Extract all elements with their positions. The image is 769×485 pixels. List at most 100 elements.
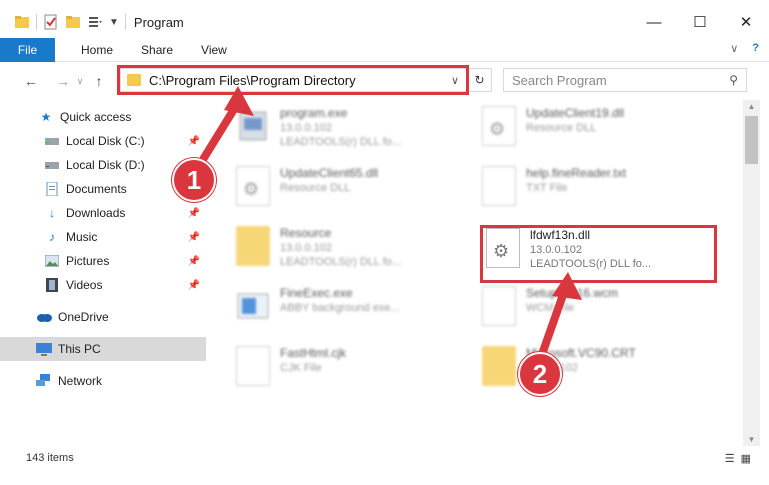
file-list: program.exe 13.0.0.102 LEADTOOLS(r) DLL fo… [210,100,742,446]
sidebar-item-label: Network [58,374,103,388]
help-icon[interactable]: ? [752,42,759,55]
videos-icon [44,278,60,292]
callout-badge-1: 1 [172,158,216,202]
music-icon: ♪ [49,230,55,244]
callout-badge-2: 2 [518,352,562,396]
pin-icon[interactable]: 📌 [188,256,200,267]
sidebar-item-music[interactable]: ♪ Music 📌 [0,225,206,249]
dll-file-icon [482,106,516,146]
large-icons-view-icon[interactable]: ▦ [741,452,751,465]
file-name: Resource [280,226,332,240]
pictures-icon [44,254,60,268]
sidebar-item-label: Local Disk (D:) [66,158,145,172]
drive-icon [44,134,60,148]
file-item[interactable]: Resource 13.0.0.102 LEADTOOLS(r) DLL fo... [236,226,476,280]
ribbon-tabs: File Home Share View ∨ ? [0,37,769,62]
search-input[interactable] [512,72,722,88]
sidebar-item-pictures[interactable]: Pictures 📌 [0,249,206,273]
generic-file-icon [236,346,270,386]
tab-view[interactable]: View [187,43,241,57]
scrollbar-thumb[interactable] [745,116,758,164]
drive-icon [44,158,60,172]
sidebar-item-local-disk-c[interactable]: Local Disk (C:) 📌 [0,129,206,153]
file-description: LEADTOOLS(r) DLL fo... [280,256,402,268]
file-item[interactable]: SetupWP16.wcmWCM File [482,286,722,340]
application-icon [237,293,269,319]
details-view-icon[interactable]: ☰ [725,452,735,465]
sidebar-item-network[interactable]: Network [0,369,206,393]
address-highlight-box [117,65,469,95]
file-item[interactable]: FastHtml.cjk CJK File [236,346,476,400]
file-name: help.fineReader.txt [526,166,627,180]
new-folder-icon[interactable] [65,14,81,30]
quick-access-toolbar: ▼ [14,14,126,30]
navigation-bar: ← → ∨ ↑ C:\Program Files\Program Directo… [0,64,769,98]
file-name: FineExec.exe [280,286,353,300]
sidebar-item-onedrive[interactable]: OneDrive [0,305,206,329]
pin-icon[interactable]: 📌 [188,280,200,291]
file-item[interactable]: FineExec.exe ABBY background exe... [236,286,476,340]
sidebar-item-label: Music [66,230,98,244]
file-version: 13.0.0.102 [280,122,332,134]
refresh-icon[interactable]: ↻ [467,69,491,91]
cloud-icon [36,310,52,324]
star-icon: ★ [40,110,52,124]
generic-file-icon [482,286,516,326]
expand-ribbon-icon[interactable]: ∨ [730,42,738,55]
pin-icon[interactable]: 📌 [188,232,200,243]
sidebar-item-this-pc[interactable]: This PC [0,337,206,361]
status-bar: 143 items ☰ ▦ [0,446,769,470]
sidebar-item-label: Documents [66,182,127,196]
forward-arrow-icon[interactable]: → [52,73,74,89]
recent-locations-chevron-icon[interactable]: ∨ [74,76,86,87]
documents-icon [44,182,60,196]
folder-icon [236,226,270,266]
customize-toolbar-icon[interactable] [87,14,103,30]
navigation-pane: ★ Quick access Local Disk (C:) 📌 Local D… [0,100,208,446]
computer-icon [36,342,52,356]
folder-icon [482,346,516,386]
sidebar-item-label: Downloads [66,206,126,220]
file-item[interactable]: help.fineReader.txt TXT File [482,166,722,220]
tab-share[interactable]: Share [127,43,187,57]
search-icon[interactable]: ⚲ [729,73,738,87]
sidebar-item-downloads[interactable]: ↓ Downloads 📌 [0,201,206,225]
toolbar-divider [36,14,37,30]
window-title: Program [133,14,184,30]
file-name: program.exe [280,106,348,120]
download-icon: ↓ [49,206,55,220]
file-name: FastHtml.cjk [280,346,346,360]
ribbon-controls: ∨ ? [730,42,759,55]
dropdown-chevron-icon[interactable]: ▼ [109,17,119,28]
file-highlight-box [480,225,717,283]
file-type: CJK File [280,362,322,374]
tab-home[interactable]: Home [67,43,127,57]
file-item[interactable]: program.exe 13.0.0.102 LEADTOOLS(r) DLL fo… [236,106,476,160]
text-file-icon [482,166,516,206]
file-type: TXT File [526,182,568,194]
sidebar-item-label: Quick access [60,110,132,124]
pin-icon[interactable]: 📌 [188,208,200,219]
file-type: ABBY background exe... [280,302,400,314]
up-arrow-icon[interactable]: ↑ [88,73,110,89]
file-name: UpdateClient65.dll [280,166,379,180]
sidebar-item-videos[interactable]: Videos 📌 [0,273,206,297]
file-item[interactable]: UpdateClient19.dll Resource DLL [482,106,722,160]
folder-icon[interactable] [14,14,30,30]
search-box[interactable]: ⚲ [503,68,747,92]
file-item[interactable]: UpdateClient65.dll Resource DLL [236,166,476,220]
properties-icon[interactable] [43,14,59,30]
file-description: LEADTOOLS(r) DLL fo... [280,136,402,148]
vertical-scrollbar[interactable]: ▲ ▼ [743,100,760,446]
file-type: Resource DLL [280,182,351,194]
item-count: 143 items [26,452,74,464]
sidebar-item-quick-access[interactable]: ★ Quick access [0,105,206,129]
sidebar-item-label: OneDrive [58,310,109,324]
sidebar-item-label: Videos [66,278,103,292]
sidebar-item-label: Pictures [66,254,110,268]
scroll-up-icon[interactable]: ▲ [743,102,760,111]
tab-file[interactable]: File [0,37,55,62]
back-arrow-icon[interactable]: ← [20,73,42,89]
network-icon [36,374,52,388]
scroll-down-icon[interactable]: ▼ [743,435,760,444]
